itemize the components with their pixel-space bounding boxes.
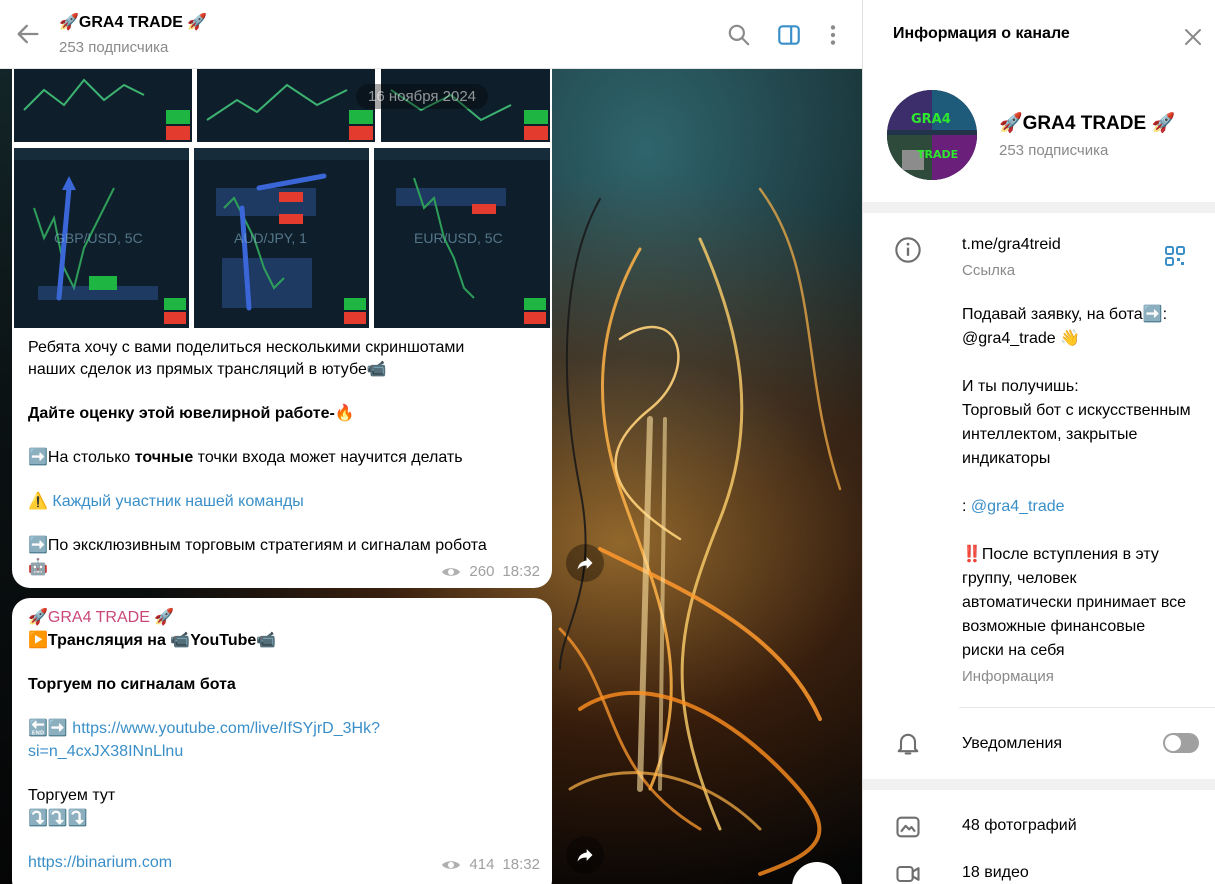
more-vertical-icon[interactable]: [820, 22, 846, 48]
description-line: Торговый бот с искусственным: [962, 402, 1191, 419]
put-button-thumb: [524, 126, 548, 140]
bot-username-link[interactable]: @gra4_trade 👋: [962, 327, 1215, 351]
description-label: Информация: [962, 668, 1054, 685]
arrow-emojis: 🔚➡️: [28, 720, 68, 737]
description-line: : @gra4_trade: [962, 498, 1065, 515]
warning-emoji: ⚠️: [28, 493, 48, 510]
description-line: интеллектом, закрытые: [962, 426, 1138, 443]
description-line: ‼️После вступления в эту: [962, 546, 1159, 563]
arrow-left-icon[interactable]: [14, 20, 42, 48]
video-icon: [896, 865, 920, 883]
message-meta: 260 18:32: [441, 563, 540, 580]
youtube-link[interactable]: https://www.youtube.com/live/IfSYjrD_3Hk…: [72, 720, 380, 737]
chart-pair-label: AUD/JPY, 1: [234, 230, 307, 246]
chat-title[interactable]: 🚀GRA4 TRADE 🚀: [59, 12, 207, 32]
videos-count[interactable]: 18 видео: [962, 861, 1215, 884]
text-line: Торгуем тут: [28, 787, 116, 804]
chat-header: 🚀GRA4 TRADE 🚀 253 подписчика: [0, 0, 862, 69]
text-line: ⚠️ Каждый участник нашей команды: [28, 491, 538, 513]
channel-avatar[interactable]: GRA4 TRADE: [887, 90, 977, 180]
description-line: Подавай заявку, на бота➡️:: [962, 306, 1168, 323]
date-separator: 16 ноября 2024: [356, 84, 489, 109]
channel-info-panel: Информация о канале GRA4 TRADE 🚀GRA4 TRA…: [863, 0, 1215, 884]
description-line: автоматически принимает все: [962, 594, 1187, 611]
view-count: 414: [469, 856, 495, 873]
chart-pair-label: EUR/USD, 5C: [414, 230, 503, 246]
trade-screenshot[interactable]: AUD/JPY, 1: [194, 148, 369, 328]
call-button-thumb: [349, 110, 373, 124]
text-line: наших сделок из прямых трансляций в ютуб…: [28, 361, 387, 378]
team-link[interactable]: Каждый участник нашей команды: [52, 493, 303, 510]
chat-panel: 🚀GRA4 TRADE 🚀 253 подписчика 16 ноября 2…: [0, 0, 862, 884]
down-arrows-emoji: ⤵️⤵️⤵️: [28, 810, 88, 827]
bell-icon: [897, 733, 919, 755]
text-line: ➡️По эксклюзивным торговым стратегиям и …: [28, 537, 487, 554]
row-divider: [959, 707, 1215, 708]
trade-screenshot[interactable]: GBP/USD, 5C: [14, 148, 189, 328]
search-icon[interactable]: [726, 22, 752, 48]
avatar-text: TRADE: [917, 148, 959, 161]
channel-subscribers: 253 подписчика: [999, 142, 1109, 159]
section-divider: [863, 202, 1215, 213]
author-name[interactable]: 🚀GRA4 TRADE 🚀: [28, 606, 538, 629]
chat-subscribers: 253 подписчика: [59, 39, 169, 56]
trade-screenshot[interactable]: EUR/USD, 5C: [374, 148, 550, 328]
forward-icon: [577, 557, 593, 570]
qr-code-icon[interactable]: [1163, 244, 1187, 268]
message-text: 🚀GRA4 TRADE 🚀 ▶️Трансляция на 📹YouTube📹 …: [28, 606, 538, 874]
sidebar-toggle-icon[interactable]: [776, 22, 802, 48]
youtube-link-cont[interactable]: si=n_4cxJX38INnLlnu: [28, 740, 538, 763]
info-panel-title: Информация о канале: [893, 25, 1070, 42]
text-line: ➡️На столько точные точки входа может на…: [28, 449, 463, 466]
message-meta: 414 18:32: [441, 856, 540, 873]
put-button-thumb: [349, 126, 373, 140]
description-line: риски на себя: [962, 642, 1065, 659]
text-bold-line: Торгуем по сигналам бота: [28, 676, 236, 693]
text-bold-line: Дайте оценку этой ювелирной работе-🔥: [28, 405, 355, 422]
eye-icon: [442, 860, 461, 869]
photo-icon: [896, 816, 920, 838]
description-line: И ты получишь:: [962, 378, 1079, 395]
message-bubble[interactable]: 🚀GRA4 TRADE 🚀 ▶️Трансляция на 📹YouTube📹 …: [12, 598, 552, 884]
description-line: возможные финансовые: [962, 618, 1146, 635]
text-bold-line: ▶️Трансляция на 📹YouTube📹: [28, 632, 277, 649]
put-button-thumb: [166, 126, 190, 140]
section-divider: [863, 779, 1215, 790]
notifications-toggle[interactable]: [1163, 733, 1199, 753]
forward-icon: [577, 849, 593, 862]
message-bubble[interactable]: GBP/USD, 5C AUD/JPY, 1 EUR/USD, 5C Ребят…: [12, 50, 552, 588]
message-time: 18:32: [502, 563, 540, 580]
bot-username-link[interactable]: @gra4_trade: [971, 498, 1065, 515]
photos-count[interactable]: 48 фотографий: [962, 814, 1215, 838]
text-line: 🔚➡️ https://www.youtube.com/live/IfSYjrD…: [28, 717, 538, 740]
avatar-text: GRA4: [911, 112, 951, 127]
text-line: Ребята хочу с вами поделиться нескольким…: [28, 339, 465, 356]
eye-icon: [442, 567, 461, 576]
forward-button[interactable]: [566, 836, 604, 874]
forward-button[interactable]: [566, 544, 604, 582]
chart-pair-label: GBP/USD, 5C: [54, 230, 143, 246]
description-line: индикаторы: [962, 450, 1051, 467]
call-button-thumb: [166, 110, 190, 124]
avatar-art: [887, 90, 977, 180]
message-time: 18:32: [502, 856, 540, 873]
call-button-thumb: [524, 110, 548, 124]
message-text: Ребята хочу с вами поделиться нескольким…: [28, 337, 538, 579]
channel-name: 🚀GRA4 TRADE 🚀: [999, 113, 1176, 134]
description-line: группу, человек: [962, 570, 1077, 587]
view-count: 260: [469, 563, 495, 580]
info-icon: [895, 237, 921, 263]
close-icon[interactable]: [1181, 25, 1205, 49]
